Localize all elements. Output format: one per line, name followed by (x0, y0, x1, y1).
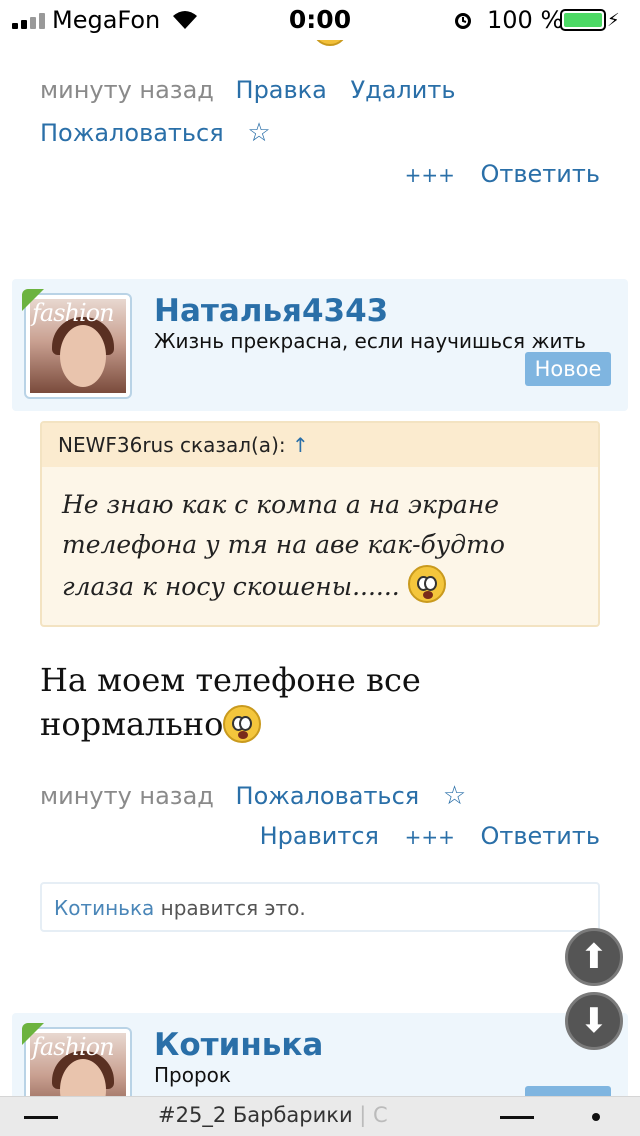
menu-dash-icon[interactable] (500, 1116, 534, 1119)
plus-rating-button[interactable]: +++ (405, 163, 455, 187)
post-actions: Нравится +++ Ответить (260, 822, 600, 850)
prev-post-meta-row: минуту назад Правка Удалить (40, 76, 456, 104)
plus-rating-button[interactable]: +++ (405, 825, 455, 849)
report-link[interactable]: Пожаловаться (40, 119, 224, 147)
online-corner-icon (22, 1023, 44, 1045)
likes-text: нравится это. (160, 896, 306, 920)
arrow-up-icon: ⬆ (579, 937, 609, 977)
arrow-down-icon: ⬇ (579, 1001, 609, 1041)
quote-text-wrap: Не знаю как с компа а на экране телефона… (42, 467, 598, 625)
liker-link[interactable]: Котинька (54, 896, 154, 920)
post-time: минуту назад (40, 76, 214, 104)
prev-post-actions: +++ Ответить (405, 160, 600, 188)
browser-bottom-bar: #25_2 Барбарики | С (0, 1096, 640, 1136)
tab-title-text: #25_2 Барбарики (158, 1103, 353, 1127)
author-status: Пророк (154, 1063, 231, 1087)
bookmark-star-icon[interactable]: ☆ (247, 118, 270, 148)
new-badge: Новое (525, 352, 611, 386)
menu-dash-icon[interactable] (24, 1116, 58, 1119)
like-button[interactable]: Нравится (260, 822, 379, 850)
likes-box: Котинька нравится это. (40, 882, 600, 932)
battery-icon (560, 9, 606, 31)
post-message-wrap: На моем телефоне все нормально (40, 658, 600, 746)
reply-button[interactable]: Ответить (481, 822, 600, 850)
edit-link[interactable]: Правка (236, 76, 327, 104)
author-name[interactable]: Наталья4343 (154, 293, 388, 329)
alarm-icon (455, 13, 471, 29)
quote-header: NEWF36rus сказал(а): ↑ (42, 423, 598, 467)
shocked-emoji-icon (407, 565, 446, 603)
dot-icon[interactable] (592, 1113, 600, 1121)
online-corner-icon (22, 289, 44, 311)
author-name[interactable]: Котинька (154, 1027, 323, 1063)
post-meta-row: минуту назад Пожаловаться ☆ (40, 781, 466, 811)
author-status: Жизнь прекрасна, если научишься жить (154, 329, 586, 353)
scroll-up-button[interactable]: ⬆ (565, 928, 623, 986)
battery-percent: 100 % (487, 6, 564, 34)
prev-post-report-row: Пожаловаться ☆ (40, 118, 271, 148)
shocked-emoji-icon (223, 705, 262, 743)
bookmark-star-icon[interactable]: ☆ (443, 781, 466, 811)
delete-link[interactable]: Удалить (351, 76, 456, 104)
reply-button[interactable]: Ответить (481, 160, 600, 188)
post-time: минуту назад (40, 782, 214, 810)
page-tab-title[interactable]: #25_2 Барбарики | С (158, 1103, 388, 1127)
tab-title-tail: | С (359, 1103, 388, 1127)
report-link[interactable]: Пожаловаться (236, 782, 420, 810)
quote-author: NEWF36rus сказал(а): (58, 433, 286, 457)
scroll-down-button[interactable]: ⬇ (565, 992, 623, 1050)
status-bar: MegaFon 0:00 100 % ⚡ (0, 0, 640, 40)
author-card: fashion Наталья4343 Жизнь прекрасна, есл… (12, 279, 628, 411)
charging-icon: ⚡ (607, 10, 620, 31)
arrow-up-icon[interactable]: ↑ (292, 433, 309, 457)
quote-block: NEWF36rus сказал(а): ↑ Не знаю как с ком… (40, 421, 600, 627)
